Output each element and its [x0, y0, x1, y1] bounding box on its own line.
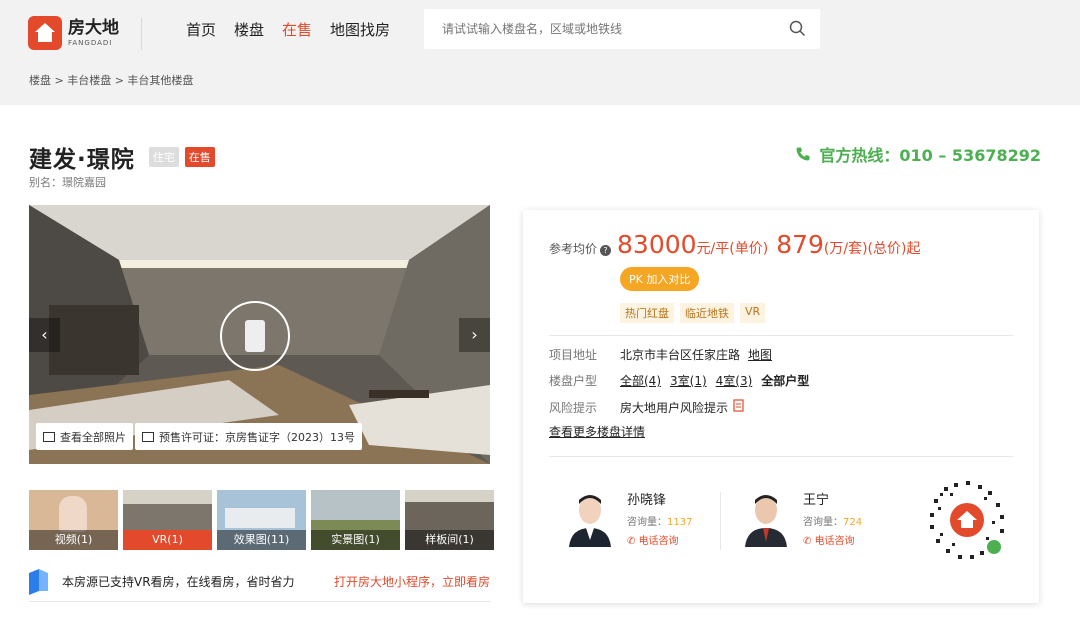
house-logo-icon [28, 16, 62, 50]
address-label: 项目地址 [549, 348, 598, 362]
layout-label: 楼盘户型 [549, 374, 598, 388]
prev-photo-button[interactable]: ‹ [29, 318, 60, 352]
license-icon [142, 431, 154, 442]
more-details-link[interactable]: 查看更多楼盘详情 [549, 423, 645, 440]
agent-count: 咨询量：724 [803, 517, 863, 528]
thumb-real-scene[interactable]: 实景图(1) [311, 490, 400, 550]
phone-icon [796, 147, 810, 161]
divider [549, 456, 1013, 457]
total-price: 879 [776, 230, 824, 259]
license-button[interactable]: 预售许可证：京房售证字（2023）13号 [135, 423, 362, 450]
agent-card[interactable]: 孙晓锋 咨询量：1137 ✆ 电话咨询 [567, 489, 692, 547]
unit-price: 83000 [617, 230, 697, 259]
search-box [424, 9, 820, 49]
price-label: 参考均价 [549, 242, 598, 256]
nav-home[interactable]: 首页 [186, 19, 216, 40]
search-icon[interactable] [789, 20, 806, 37]
address-value: 北京市丰台区任家庄路 [620, 348, 741, 362]
nav-on-sale[interactable]: 在售 [282, 19, 312, 40]
badge-hot: 热门红盘 [620, 303, 674, 323]
agent-name: 王宁 [803, 493, 830, 508]
thumb-vr[interactable]: VR(1) [123, 490, 212, 550]
risk-link[interactable]: 房大地用户风险提示 [620, 399, 728, 416]
feature-badges: 热门红盘 临近地铁 VR [620, 303, 766, 323]
vr-cube-icon [29, 568, 48, 595]
map-link[interactable]: 地图 [748, 346, 772, 363]
price-row: 参考均价 ? 83000 元/平(单价) 879 (万/套)(总价)起 [549, 230, 920, 259]
agent-avatar [567, 489, 613, 547]
risk-label: 风险提示 [549, 401, 598, 415]
main-nav: 首页 楼盘 在售 地图找房 [186, 19, 390, 40]
mini-program-qr-code[interactable] [924, 477, 1010, 563]
agent-call-button[interactable]: ✆ 电话咨询 [803, 532, 862, 547]
brand-name: 房大地 [68, 17, 119, 38]
nav-projects[interactable]: 楼盘 [234, 19, 264, 40]
total-price-text: (万/套)(总价)起 [823, 241, 921, 257]
project-alias: 别名：璟院嘉园 [29, 176, 106, 189]
nav-map-search[interactable]: 地图找房 [330, 19, 390, 40]
badge-subway: 临近地铁 [680, 303, 734, 323]
layout-row: 楼盘户型 全部(4) 3室(1) 4室(3) 全部户型 [549, 372, 809, 389]
agent-card[interactable]: 王宁 咨询量：724 ✆ 电话咨询 [743, 489, 862, 547]
hotline-text: 官方热线：010 – 53678292 [819, 146, 1041, 165]
badge-vr: VR [740, 303, 766, 323]
logo[interactable]: 房大地 FANGDADI [28, 16, 119, 50]
type-tag: 住宅 [148, 147, 179, 167]
main-photo[interactable]: ‹ › 查看全部照片 预售许可证：京房售证字（2023）13号 [29, 205, 490, 464]
next-photo-button[interactable]: › [459, 318, 490, 352]
divider [141, 18, 142, 50]
agent-call-button[interactable]: ✆ 电话咨询 [627, 532, 692, 547]
document-icon [733, 399, 744, 412]
agent-avatar [743, 489, 789, 547]
thumb-rendering[interactable]: 效果图(11) [217, 490, 306, 550]
thumb-sample-room[interactable]: 样板间(1) [405, 490, 494, 550]
help-icon[interactable]: ? [600, 245, 612, 256]
header: 房大地 FANGDADI 首页 楼盘 在售 地图找房 楼盘 > 丰台楼盘 > 丰… [0, 0, 1080, 105]
layout-all[interactable]: 全部(4) [620, 372, 661, 389]
agent-count: 咨询量：1137 [627, 517, 693, 528]
vr-banner: 本房源已支持VR看房，在线看房，省时省力 打开房大地小程序，立即看房 [29, 562, 490, 602]
thumbnail-strip: 视频(1) VR(1) 效果图(11) 实景图(1) 样板间(1) [29, 490, 494, 550]
view-all-photos-button[interactable]: 查看全部照片 [36, 423, 133, 450]
info-card: 参考均价 ? 83000 元/平(单价) 879 (万/套)(总价)起 PK 加… [523, 210, 1039, 603]
agent-name: 孙晓锋 [627, 493, 667, 508]
pk-compare-button[interactable]: PK 加入对比 [620, 267, 700, 291]
thumb-video[interactable]: 视频(1) [29, 490, 118, 550]
layout-all-types[interactable]: 全部户型 [761, 372, 809, 389]
address-row: 项目地址 北京市丰台区任家庄路 地图 [549, 346, 772, 363]
layout-3room[interactable]: 3室(1) [670, 372, 707, 389]
project-title: 建发·璟院 住宅 在售 [29, 140, 215, 174]
layout-4room[interactable]: 4室(3) [716, 372, 753, 389]
unit-price-text: 元/平(单价) [696, 241, 769, 257]
divider [720, 492, 721, 550]
hotline[interactable]: 官方热线：010 – 53678292 [795, 142, 1041, 166]
vr-message: 本房源已支持VR看房，在线看房，省时省力 [62, 575, 295, 589]
breadcrumb[interactable]: 楼盘 > 丰台楼盘 > 丰台其他楼盘 [29, 72, 193, 88]
risk-row: 风险提示 房大地用户风险提示 [549, 399, 746, 416]
open-mini-program-link[interactable]: 打开房大地小程序，立即看房 [334, 573, 490, 590]
search-input[interactable] [424, 9, 764, 49]
brand-name-en: FANGDADI [68, 38, 113, 47]
vr-play-icon[interactable] [220, 301, 290, 371]
image-icon [43, 431, 55, 442]
divider [549, 335, 1013, 336]
status-tag: 在售 [184, 147, 215, 167]
project-name: 建发·璟院 [29, 147, 135, 173]
